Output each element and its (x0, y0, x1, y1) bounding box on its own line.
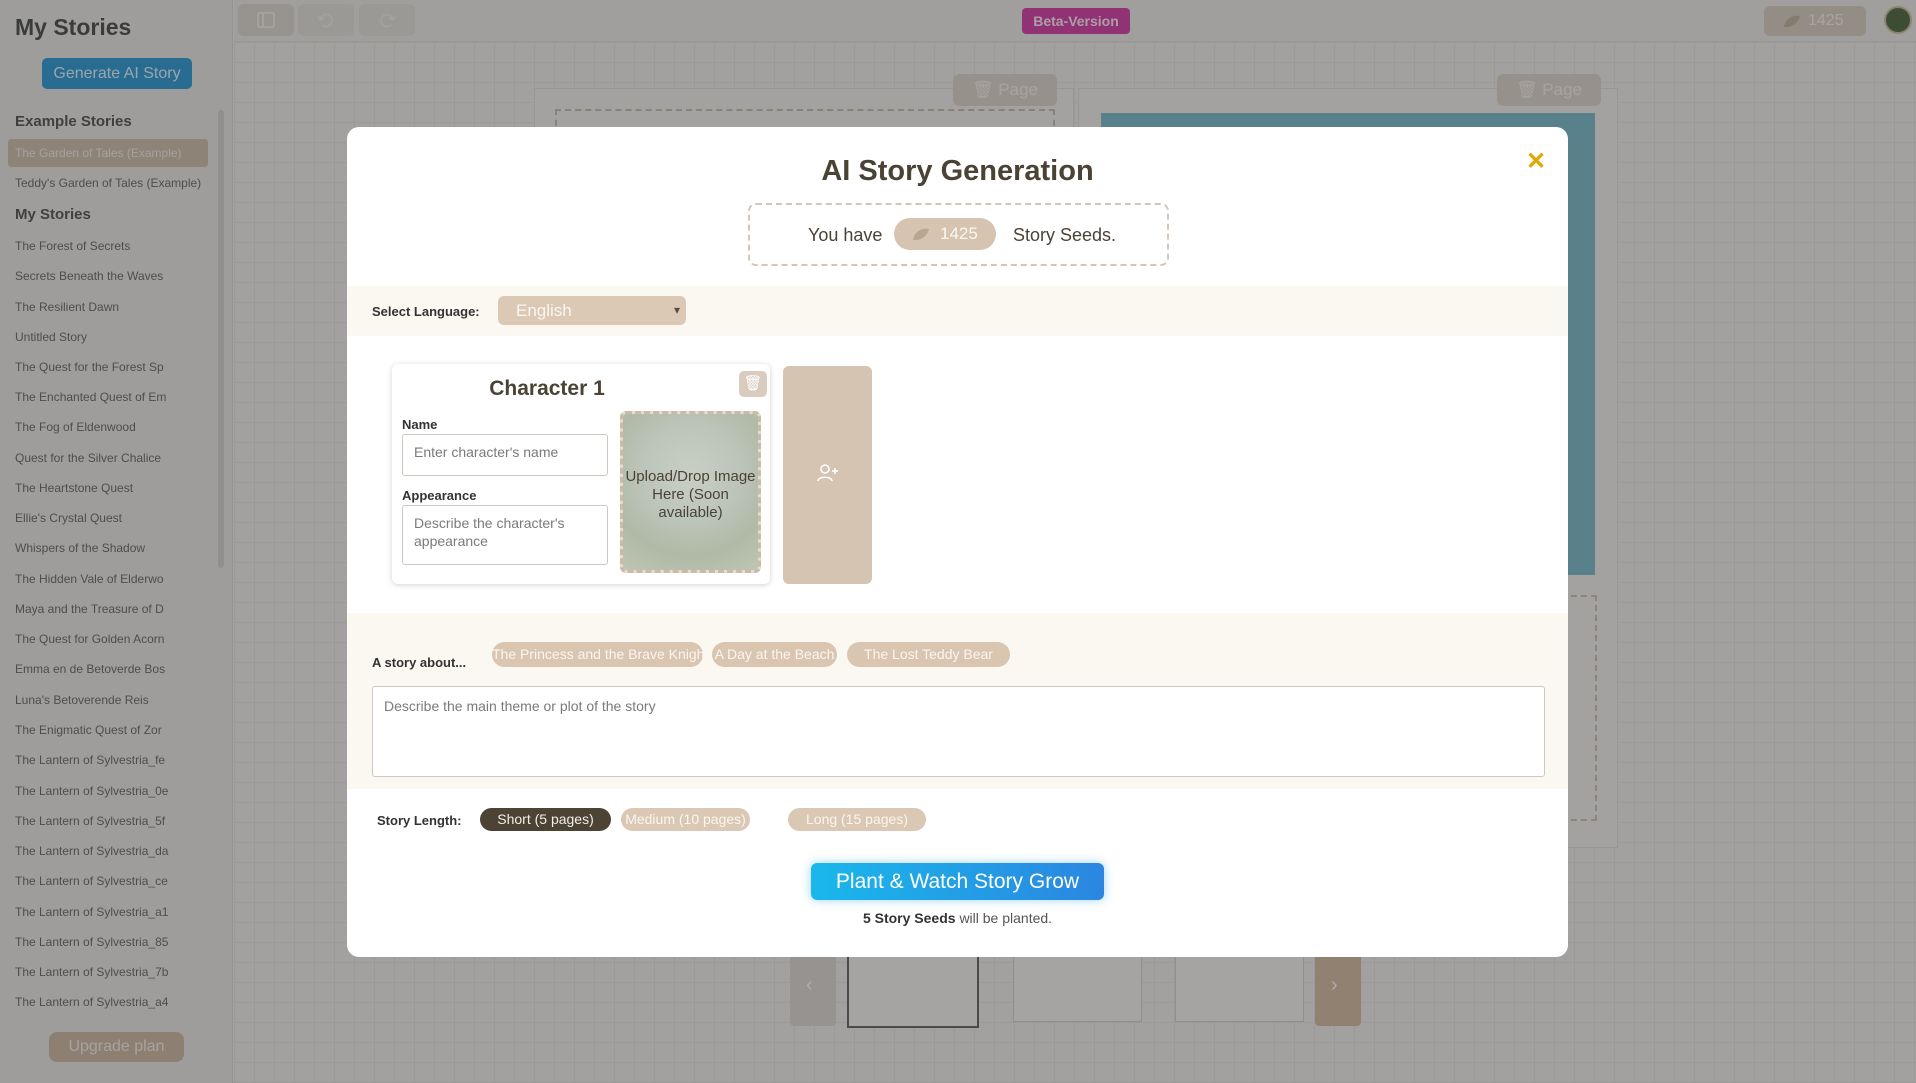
trash-icon: 🗑 (743, 375, 763, 392)
character-card: Character 1 🗑 Name Enter character's nam… (392, 364, 770, 584)
seeds-prefix: You have (808, 225, 883, 245)
suggestion-chip[interactable]: A Day at the Beach (712, 642, 837, 667)
language-label: Select Language: (372, 304, 480, 319)
delete-character-button[interactable]: 🗑 (739, 371, 767, 397)
length-option-medium[interactable]: Medium (10 pages) (621, 808, 750, 831)
plant-note-seeds: 5 Story Seeds (862, 910, 956, 926)
story-theme-section: A story about... The Princess and the Br… (347, 613, 1568, 789)
plant-note: 5 Story Seeds will be planted. (347, 910, 1568, 926)
length-option-short[interactable]: Short (5 pages) (480, 808, 611, 831)
character-title: Character 1 (489, 377, 605, 400)
length-option-long[interactable]: Long (15 pages) (788, 808, 926, 831)
name-label: Name (402, 417, 438, 432)
seeds-suffix: Story Seeds. (1013, 225, 1117, 245)
seeds-count: 1425 (940, 224, 978, 243)
language-select[interactable]: English ▾ (498, 296, 686, 325)
suggestion-chip[interactable]: The Lost Teddy Bear (847, 642, 1010, 667)
character-appearance-input[interactable]: Describe the character's appearance (402, 505, 608, 565)
language-value: English (516, 301, 572, 320)
dialog-title: AI Story Generation (821, 155, 1094, 187)
story-length-label: Story Length: (377, 813, 462, 828)
plant-note-text: will be planted. (959, 910, 1053, 926)
language-section: Select Language: English ▾ (347, 286, 1568, 336)
appearance-label: Appearance (402, 488, 477, 503)
add-character-button[interactable] (783, 366, 872, 584)
story-theme-textarea[interactable]: Describe the main theme or plot of the s… (372, 686, 1545, 777)
ai-story-generation-dialog: AI Story Generation ✕ You have 1425 Stor… (347, 127, 1568, 957)
chevron-down-icon: ▾ (673, 303, 680, 317)
seeds-count-badge: 1425 (894, 218, 996, 250)
plant-story-button[interactable]: Plant & Watch Story Grow (811, 863, 1104, 900)
suggestion-chip[interactable]: The Princess and the Brave Knight (492, 642, 708, 667)
add-user-icon (817, 464, 838, 482)
leaf-icon (913, 228, 929, 241)
close-icon[interactable]: ✕ (1526, 147, 1546, 176)
about-label: A story about... (372, 655, 467, 670)
upload-text: Upload/Drop Image Here (Soon available) (625, 468, 756, 521)
image-upload-dropzone[interactable]: Upload/Drop Image Here (Soon available) (620, 411, 761, 573)
story-seeds-balance: You have 1425 Story Seeds. (748, 203, 1169, 266)
character-name-input[interactable]: Enter character's name (402, 434, 608, 476)
